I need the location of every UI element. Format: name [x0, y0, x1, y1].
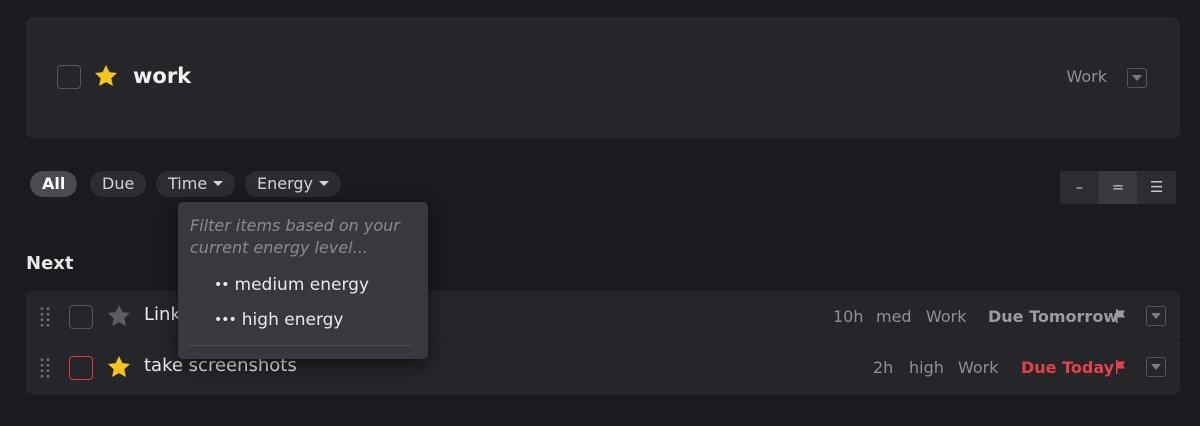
- task-energy[interactable]: high: [909, 358, 944, 377]
- task-due[interactable]: Due Tomorrow: [988, 307, 1118, 326]
- task-energy[interactable]: med: [876, 307, 912, 326]
- task-menu-chevron-down-icon[interactable]: [1146, 306, 1166, 326]
- flag-icon: [1116, 309, 1125, 323]
- dropdown-divider: [188, 345, 412, 346]
- task-time[interactable]: 2h: [873, 358, 893, 377]
- task-time[interactable]: 10h: [833, 307, 864, 326]
- star-icon[interactable]: [106, 354, 132, 380]
- project-title: work: [133, 64, 192, 88]
- section-title: Next: [26, 253, 74, 274]
- energy-option-label: high energy: [241, 310, 344, 330]
- caret-down-icon: [319, 181, 330, 186]
- task-context[interactable]: Work: [926, 307, 967, 326]
- energy-dots: •••: [214, 312, 237, 328]
- filter-all-label: All: [42, 174, 66, 193]
- task-menu-chevron-down-icon[interactable]: [1146, 357, 1166, 377]
- task-context[interactable]: Work: [958, 358, 999, 377]
- task-title[interactable]: Link: [144, 304, 181, 325]
- filter-time-label: Time: [168, 174, 208, 193]
- filter-energy-label: Energy: [257, 174, 314, 193]
- density-expanded[interactable]: ☰: [1137, 171, 1176, 204]
- energy-option-label: medium energy: [234, 275, 370, 295]
- energy-dots: ••: [214, 277, 229, 293]
- filter-energy[interactable]: Energy: [245, 171, 342, 197]
- drag-handle-icon[interactable]: [39, 306, 51, 328]
- filter-all[interactable]: All: [30, 171, 78, 197]
- project-checkbox[interactable]: [57, 65, 81, 89]
- density-toggle: – = ☰: [1060, 171, 1176, 204]
- task-due[interactable]: Due Today: [1021, 358, 1114, 377]
- filter-due[interactable]: Due: [90, 171, 147, 197]
- drag-handle-icon[interactable]: [39, 357, 51, 379]
- project-card: work Work: [26, 17, 1180, 139]
- density-normal[interactable]: =: [1098, 171, 1138, 204]
- star-icon[interactable]: [106, 303, 132, 329]
- density-compact[interactable]: –: [1060, 171, 1099, 204]
- flag-icon: [1116, 360, 1125, 374]
- task-checkbox[interactable]: [69, 305, 93, 329]
- project-context[interactable]: Work: [1066, 67, 1107, 86]
- energy-option-high[interactable]: ••• high energy: [214, 310, 343, 330]
- energy-option-medium[interactable]: •• medium energy: [214, 275, 369, 295]
- task-checkbox[interactable]: [69, 356, 93, 380]
- project-menu-chevron-down-icon[interactable]: [1127, 68, 1147, 88]
- energy-dropdown: Filter items based on your current energ…: [178, 202, 428, 359]
- star-icon[interactable]: [93, 63, 119, 89]
- dropdown-hint: Filter items based on your current energ…: [190, 216, 400, 257]
- caret-down-icon: [213, 181, 224, 186]
- filter-time[interactable]: Time: [156, 171, 236, 197]
- filter-due-label: Due: [102, 174, 135, 193]
